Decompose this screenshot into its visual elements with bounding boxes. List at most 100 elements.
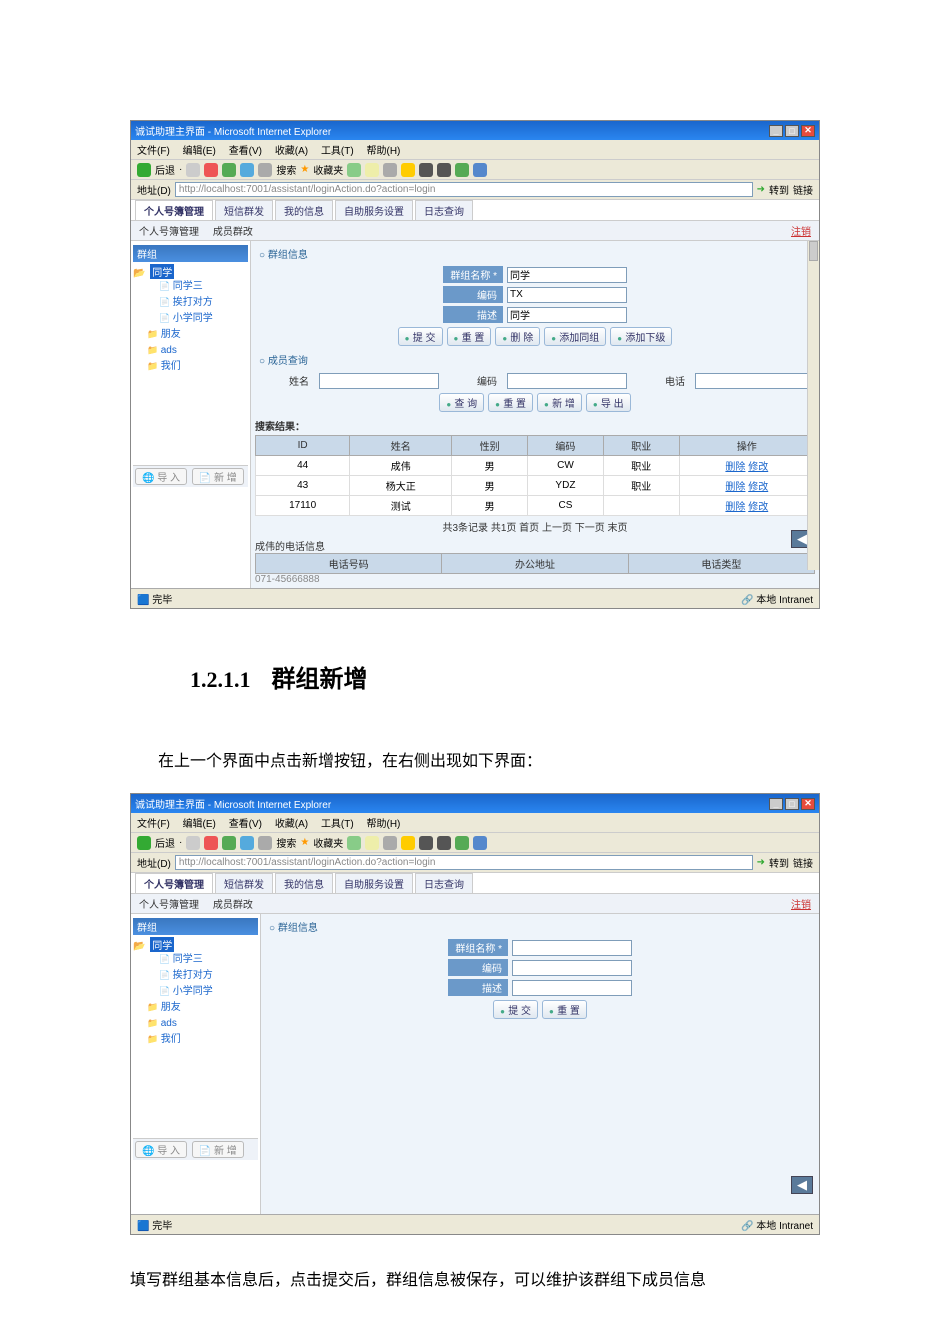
tree-item[interactable]: 我们: [147, 359, 248, 375]
search-icon[interactable]: [258, 163, 272, 177]
tree-item[interactable]: 同学三: [159, 279, 248, 295]
input-group-name[interactable]: [507, 267, 627, 283]
menu-file[interactable]: 文件(F): [137, 819, 170, 830]
research-icon[interactable]: [437, 836, 451, 850]
messenger-icon[interactable]: [455, 836, 469, 850]
row-delete[interactable]: 删除: [725, 482, 745, 493]
messenger-icon[interactable]: [455, 163, 469, 177]
tab-myinfo[interactable]: 我的信息: [275, 200, 333, 220]
subtab-member[interactable]: 成员群改: [213, 900, 253, 911]
subtab-member[interactable]: 成员群改: [213, 227, 253, 238]
tree-item[interactable]: ads: [147, 1016, 258, 1032]
input-q-phone[interactable]: [695, 373, 815, 389]
tab-log[interactable]: 日志查询: [415, 873, 473, 893]
tree-item[interactable]: 我们: [147, 1032, 258, 1048]
tab-selfservice[interactable]: 自助服务设置: [335, 873, 413, 893]
favorites-button[interactable]: 收藏夹: [313, 835, 343, 850]
input-group-name[interactable]: [512, 940, 632, 956]
subtab-contacts[interactable]: 个人号簿管理: [139, 900, 199, 911]
discuss-icon[interactable]: [419, 836, 433, 850]
tab-myinfo[interactable]: 我的信息: [275, 873, 333, 893]
history-icon[interactable]: [347, 163, 361, 177]
tab-selfservice[interactable]: 自助服务设置: [335, 200, 413, 220]
print-icon[interactable]: [383, 163, 397, 177]
back-button[interactable]: 后退: [155, 835, 175, 850]
menu-edit[interactable]: 编辑(E): [183, 819, 216, 830]
tree-item[interactable]: 朋友: [147, 327, 248, 343]
forward-icon[interactable]: [186, 836, 200, 850]
maximize-icon[interactable]: □: [785, 125, 799, 137]
input-q-code[interactable]: [507, 373, 627, 389]
research-icon[interactable]: [437, 163, 451, 177]
tree-root[interactable]: 同学: [150, 264, 174, 279]
import-button[interactable]: 🌐 导 入: [135, 1141, 187, 1158]
search-button[interactable]: 搜索: [276, 162, 296, 177]
search-button[interactable]: 搜索: [276, 835, 296, 850]
menu-file[interactable]: 文件(F): [137, 146, 170, 157]
add-group-button[interactable]: 📄 新 增: [192, 1141, 244, 1158]
go-button[interactable]: 转到: [769, 855, 789, 870]
import-button[interactable]: 🌐 导 入: [135, 468, 187, 485]
tree-item[interactable]: 挨打对方: [159, 968, 258, 984]
mail-icon[interactable]: [365, 163, 379, 177]
info-icon[interactable]: [473, 163, 487, 177]
input-q-name[interactable]: [319, 373, 439, 389]
row-edit[interactable]: 修改: [748, 482, 768, 493]
go-button[interactable]: 转到: [769, 182, 789, 197]
history-icon[interactable]: [347, 836, 361, 850]
query-reset-button[interactable]: 重 置: [488, 393, 533, 412]
discuss-icon[interactable]: [419, 163, 433, 177]
close-icon[interactable]: ✕: [801, 125, 815, 137]
menu-view[interactable]: 查看(V): [229, 819, 262, 830]
maximize-icon[interactable]: □: [785, 798, 799, 810]
tree-item[interactable]: 朋友: [147, 1000, 258, 1016]
go-icon[interactable]: ➜: [757, 857, 765, 868]
mail-icon[interactable]: [365, 836, 379, 850]
scrollbar[interactable]: [807, 241, 819, 570]
edit-icon[interactable]: [401, 836, 415, 850]
home-icon[interactable]: [240, 836, 254, 850]
tree-root[interactable]: 同学: [150, 937, 174, 952]
input-group-desc[interactable]: [512, 980, 632, 996]
submit-button[interactable]: 提 交: [493, 1000, 538, 1019]
tree-item[interactable]: 挨打对方: [159, 295, 248, 311]
home-icon[interactable]: [240, 163, 254, 177]
back-button[interactable]: 后退: [155, 162, 175, 177]
tree-item[interactable]: ads: [147, 343, 248, 359]
query-export-button[interactable]: 导 出: [586, 393, 631, 412]
add-child-button[interactable]: 添加下级: [610, 327, 672, 346]
delete-button[interactable]: 删 除: [495, 327, 540, 346]
stop-icon[interactable]: [204, 836, 218, 850]
refresh-icon[interactable]: [222, 163, 236, 177]
close-icon[interactable]: ✕: [801, 798, 815, 810]
print-icon[interactable]: [383, 836, 397, 850]
minimize-icon[interactable]: _: [769, 798, 783, 810]
tab-sms[interactable]: 短信群发: [215, 200, 273, 220]
reset-button[interactable]: 重 置: [542, 1000, 587, 1019]
back-arrow-icon[interactable]: ◀: [791, 1176, 813, 1194]
minimize-icon[interactable]: _: [769, 125, 783, 137]
input-group-code[interactable]: [507, 287, 627, 303]
menu-help[interactable]: 帮助(H): [367, 146, 401, 157]
tab-log[interactable]: 日志查询: [415, 200, 473, 220]
row-delete[interactable]: 删除: [725, 462, 745, 473]
add-sibling-button[interactable]: 添加同组: [544, 327, 606, 346]
reset-button[interactable]: 重 置: [447, 327, 492, 346]
menu-fav[interactable]: 收藏(A): [275, 819, 308, 830]
menu-view[interactable]: 查看(V): [229, 146, 262, 157]
row-delete[interactable]: 删除: [725, 502, 745, 513]
refresh-icon[interactable]: [222, 836, 236, 850]
back-icon[interactable]: [137, 836, 151, 850]
pager[interactable]: 共3条记录 共1页 首页 上一页 下一页 末页: [255, 519, 815, 534]
info-icon[interactable]: [473, 836, 487, 850]
logout-link[interactable]: 注销: [791, 896, 811, 911]
query-add-button[interactable]: 新 增: [537, 393, 582, 412]
forward-icon[interactable]: [186, 163, 200, 177]
query-button[interactable]: 查 询: [439, 393, 484, 412]
menu-fav[interactable]: 收藏(A): [275, 146, 308, 157]
url-input[interactable]: http://localhost:7001/assistant/loginAct…: [175, 182, 753, 197]
go-icon[interactable]: ➜: [757, 184, 765, 195]
links-label[interactable]: 链接: [793, 182, 813, 197]
back-icon[interactable]: [137, 163, 151, 177]
input-group-desc[interactable]: [507, 307, 627, 323]
